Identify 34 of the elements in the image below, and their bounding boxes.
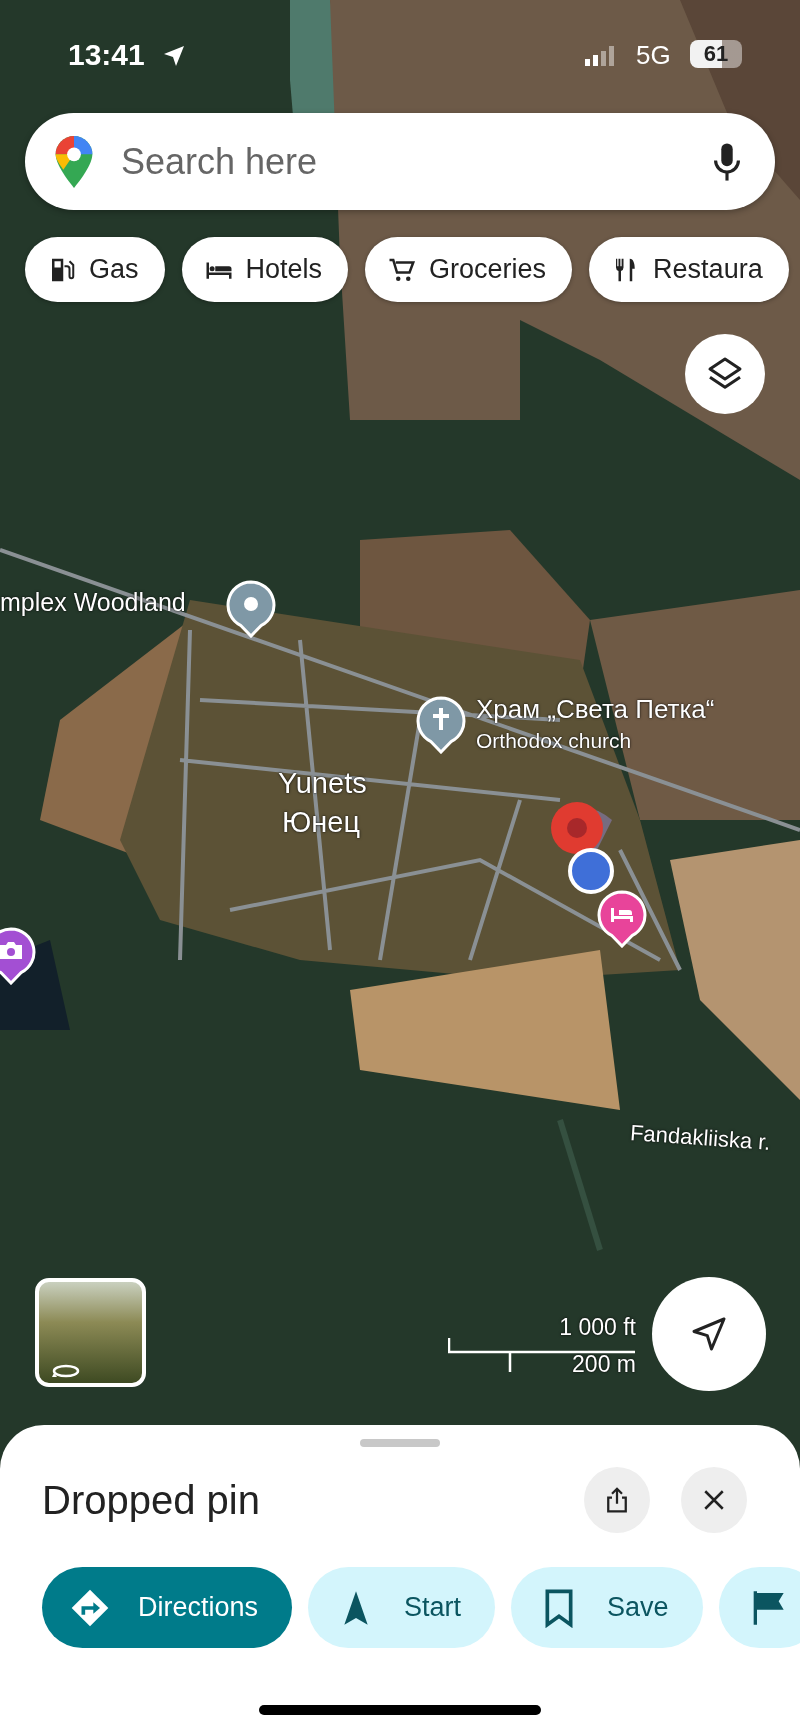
place-label: Храм „Света Петка“	[476, 694, 715, 725]
status-time: 13:41	[68, 38, 145, 72]
turn-right-diamond-icon	[70, 1587, 110, 1628]
drag-handle[interactable]	[360, 1439, 440, 1447]
town-label: Yunets	[278, 767, 367, 800]
search-field[interactable]: Search here	[119, 139, 709, 184]
directions-button[interactable]: Directions	[42, 1567, 293, 1648]
battery-level: 61	[690, 40, 742, 68]
category-chip[interactable]: Groceries	[365, 237, 573, 302]
flag-button[interactable]	[718, 1567, 800, 1648]
category-chip[interactable]: Restaura	[589, 237, 789, 302]
save-button[interactable]: Save	[511, 1567, 703, 1648]
town-label: Юнец	[282, 806, 361, 839]
place-title: Dropped pin	[42, 1477, 261, 1523]
category-chip[interactable]: Hotels	[181, 237, 349, 302]
start-button[interactable]: Start	[308, 1567, 496, 1648]
search-bar[interactable]: Search here	[25, 113, 775, 210]
river-label: Fandakliiska r.	[629, 1120, 772, 1156]
map-pin-logo-icon	[55, 135, 93, 188]
signal-icon	[585, 46, 615, 66]
place-label: mplex Woodland	[0, 588, 186, 617]
category-chip[interactable]: Gas	[25, 237, 165, 302]
camera-pin-icon[interactable]	[0, 927, 36, 985]
scale-imperial: 1 000 ft	[559, 1314, 636, 1341]
hotel-pin-icon[interactable]	[597, 890, 647, 948]
dropped-pin-icon	[550, 801, 604, 855]
place-category: Orthodox church	[476, 729, 632, 753]
location-arrow-icon	[162, 44, 186, 68]
street-view-thumbnail[interactable]	[35, 1278, 146, 1387]
church-pin-icon[interactable]	[416, 696, 466, 754]
network-type: 5G	[636, 40, 671, 71]
scale-metric: 200 m	[572, 1351, 636, 1378]
rotate-360-icon	[51, 1363, 81, 1379]
place-pin-icon[interactable]	[226, 580, 276, 638]
